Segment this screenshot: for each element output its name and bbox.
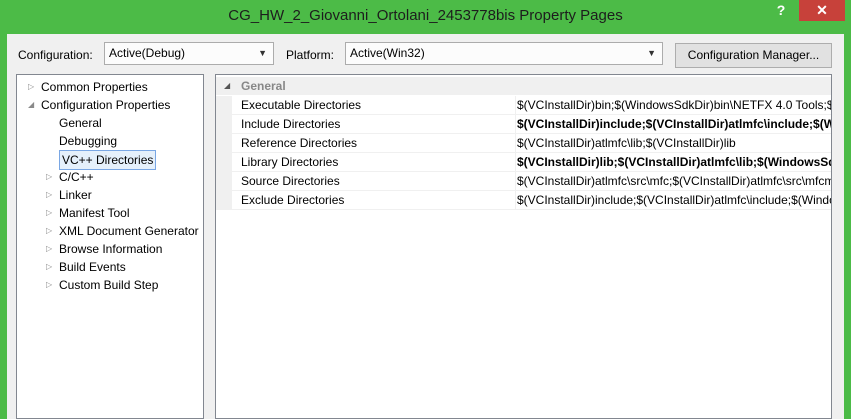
property-value[interactable]: $(VCInstallDir)atlmfc\src\mfc;$(VCInstal… bbox=[515, 172, 831, 191]
expand-icon[interactable]: ▷ bbox=[46, 168, 52, 186]
collapse-icon[interactable]: ◢ bbox=[28, 96, 34, 114]
configuration-dropdown[interactable]: Active(Debug) ▼ bbox=[104, 42, 274, 65]
property-value[interactable]: $(VCInstallDir)lib;$(VCInstallDir)atlmfc… bbox=[515, 153, 831, 172]
property-name: Library Directories bbox=[241, 155, 339, 169]
tree-item-label: Build Events bbox=[59, 260, 126, 274]
tree-item-label: Browse Information bbox=[59, 242, 163, 256]
property-row[interactable]: Library Directories $(VCInstallDir)lib;$(… bbox=[216, 153, 831, 172]
row-gutter bbox=[216, 115, 232, 134]
expand-icon[interactable]: ▷ bbox=[46, 240, 52, 258]
close-icon: ✕ bbox=[816, 2, 828, 18]
tree-item[interactable]: VC++ Directories bbox=[17, 150, 203, 170]
row-gutter bbox=[216, 134, 232, 153]
tree-item-label: General bbox=[59, 116, 102, 130]
tree-item[interactable]: ▷ Custom Build Step bbox=[17, 276, 203, 294]
property-row[interactable]: Executable Directories $(VCInstallDir)bin… bbox=[216, 96, 831, 115]
property-row[interactable]: Exclude Directories $(VCInstallDir)includ… bbox=[216, 191, 831, 210]
property-name: Exclude Directories bbox=[241, 193, 345, 207]
tree-item-label: Common Properties bbox=[41, 80, 148, 94]
property-name: Include Directories bbox=[241, 117, 341, 131]
configuration-manager-button[interactable]: Configuration Manager... bbox=[675, 43, 832, 68]
tree-item[interactable]: ◢ Configuration Properties bbox=[17, 96, 203, 114]
chevron-down-icon: ▼ bbox=[258, 48, 267, 58]
configuration-label: Configuration: bbox=[18, 48, 93, 62]
expand-icon[interactable]: ▷ bbox=[46, 222, 52, 240]
category-general[interactable]: ◢ General bbox=[216, 77, 831, 95]
platform-dropdown[interactable]: Active(Win32) ▼ bbox=[345, 42, 663, 65]
expand-icon[interactable]: ▷ bbox=[46, 204, 52, 222]
tree-item[interactable]: Debugging bbox=[17, 132, 203, 150]
property-name: Reference Directories bbox=[241, 136, 358, 150]
chevron-down-icon: ▼ bbox=[647, 48, 656, 58]
property-name: Executable Directories bbox=[241, 98, 362, 112]
expand-icon[interactable]: ▷ bbox=[46, 276, 52, 294]
tree-item-label: Linker bbox=[59, 188, 92, 202]
row-gutter bbox=[216, 172, 232, 191]
expand-icon[interactable]: ▷ bbox=[46, 186, 52, 204]
tree-item-label: Manifest Tool bbox=[59, 206, 130, 220]
property-tree[interactable]: ▷ Common Properties ◢ Configuration Propert… bbox=[16, 74, 204, 419]
title-bar[interactable]: CG_HW_2_Giovanni_Ortolani_2453778bis Pro… bbox=[0, 0, 851, 34]
help-button[interactable]: ? bbox=[770, 2, 792, 22]
platform-value: Active(Win32) bbox=[350, 46, 425, 60]
category-label: General bbox=[241, 79, 286, 93]
property-value[interactable]: $(VCInstallDir)include;$(VCInstallDir)at… bbox=[515, 191, 831, 210]
platform-label: Platform: bbox=[286, 48, 335, 62]
collapse-icon[interactable]: ◢ bbox=[224, 77, 230, 95]
tree-item[interactable]: ▷ Build Events bbox=[17, 258, 203, 276]
tree-item[interactable]: General bbox=[17, 114, 203, 132]
row-gutter bbox=[216, 153, 232, 172]
tree-item[interactable]: ▷ C/C++ bbox=[17, 168, 203, 186]
row-gutter bbox=[216, 191, 232, 210]
tree-item[interactable]: ▷ Browse Information bbox=[17, 240, 203, 258]
property-row[interactable]: Include Directories $(VCInstallDir)includ… bbox=[216, 115, 831, 134]
property-grid[interactable]: ◢ General Executable Directories $(VCInst… bbox=[215, 74, 832, 419]
property-name: Source Directories bbox=[241, 174, 340, 188]
window-title: CG_HW_2_Giovanni_Ortolani_2453778bis Pro… bbox=[228, 7, 623, 24]
tree-item[interactable]: ▷ XML Document Generator bbox=[17, 222, 203, 240]
tree-item-label: C/C++ bbox=[59, 170, 94, 184]
tree-item[interactable]: ▷ Manifest Tool bbox=[17, 204, 203, 222]
tree-item[interactable]: ▷ Linker bbox=[17, 186, 203, 204]
configuration-value: Active(Debug) bbox=[109, 46, 186, 60]
tree-item-label: Configuration Properties bbox=[41, 98, 171, 112]
property-value[interactable]: $(VCInstallDir)atlmfc\lib;$(VCInstallDir… bbox=[515, 134, 831, 153]
tree-item-label: Debugging bbox=[59, 134, 118, 148]
property-row[interactable]: Source Directories $(VCInstallDir)atlmfc\… bbox=[216, 172, 831, 191]
tree-item-label: Custom Build Step bbox=[59, 278, 159, 292]
property-value[interactable]: $(VCInstallDir)bin;$(WindowsSdkDir)bin\N… bbox=[515, 96, 831, 115]
tree-item-label: VC++ Directories bbox=[59, 150, 157, 170]
tree-item[interactable]: ▷ Common Properties bbox=[17, 78, 203, 96]
property-pages-window: CG_HW_2_Giovanni_Ortolani_2453778bis Pro… bbox=[0, 0, 851, 419]
property-value[interactable]: $(VCInstallDir)include;$(VCInstallDir)at… bbox=[515, 115, 831, 134]
tree-item-label: XML Document Generator bbox=[59, 224, 199, 238]
close-button[interactable]: ✕ bbox=[799, 0, 845, 21]
expand-icon[interactable]: ▷ bbox=[28, 78, 34, 96]
row-gutter bbox=[216, 96, 232, 115]
dialog-client-area: Configuration: Active(Debug) ▼ Platform:… bbox=[7, 34, 844, 419]
expand-icon[interactable]: ▷ bbox=[46, 258, 52, 276]
property-row[interactable]: Reference Directories $(VCInstallDir)atlm… bbox=[216, 134, 831, 153]
